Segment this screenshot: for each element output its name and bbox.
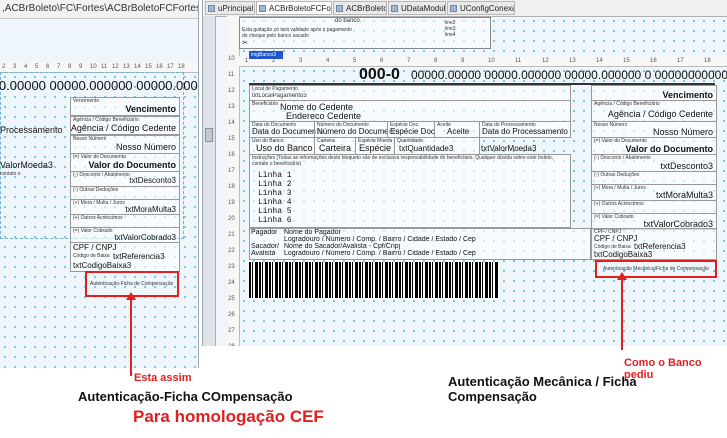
left-caption: Autenticação-Ficha COmpensação [78, 389, 293, 404]
right-caption: Autenticação Mecânica / Ficha Compensaçã… [448, 374, 637, 404]
left-subcaption: Para homologação CEF [133, 407, 324, 426]
annotation-arrows [126, 272, 627, 376]
right-arrow-head [617, 272, 627, 280]
left-arrow-head [126, 292, 136, 300]
left-note: Esta assim [134, 372, 192, 384]
